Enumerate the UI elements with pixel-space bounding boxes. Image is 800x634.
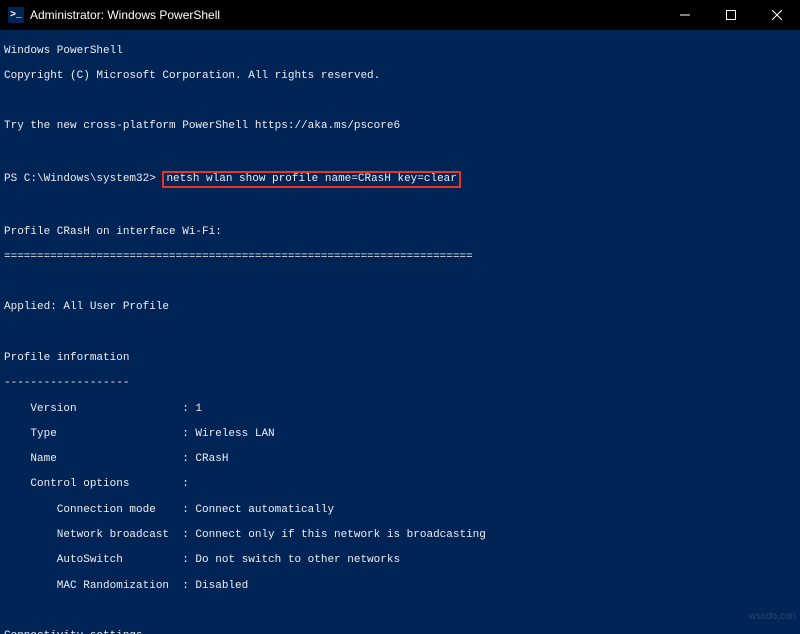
output-line: Version : 1: [4, 403, 796, 416]
window-title: Administrator: Windows PowerShell: [30, 8, 220, 22]
output-line: Profile CRasH on interface Wi-Fi:: [4, 226, 796, 239]
output-line: ========================================…: [4, 251, 796, 264]
section-title: Connectivity settings: [4, 630, 796, 634]
output-line: Try the new cross-platform PowerShell ht…: [4, 120, 796, 133]
output-line: [4, 95, 796, 108]
powershell-icon: >_: [8, 7, 24, 23]
output-line: [4, 327, 796, 340]
window-controls: [662, 0, 800, 30]
output-line: [4, 200, 796, 213]
watermark: wsxdo.con: [749, 611, 796, 623]
prompt-prefix: PS C:\Windows\system32>: [4, 173, 162, 185]
output-line: Windows PowerShell: [4, 45, 796, 58]
output-line: MAC Randomization : Disabled: [4, 580, 796, 593]
output-line: [4, 605, 796, 618]
terminal-body[interactable]: Windows PowerShell Copyright (C) Microso…: [0, 30, 800, 634]
output-line: Copyright (C) Microsoft Corporation. All…: [4, 70, 796, 83]
minimize-button[interactable]: [662, 0, 708, 30]
window-titlebar: >_ Administrator: Windows PowerShell: [0, 0, 800, 30]
prompt-line: PS C:\Windows\system32> netsh wlan show …: [4, 171, 796, 188]
output-line: Name : CRasH: [4, 453, 796, 466]
maximize-button[interactable]: [708, 0, 754, 30]
output-line: [4, 276, 796, 289]
titlebar-left: >_ Administrator: Windows PowerShell: [8, 7, 220, 23]
highlighted-command: netsh wlan show profile name=CRasH key=c…: [162, 171, 460, 188]
section-title: Profile information: [4, 352, 796, 365]
output-line: Applied: All User Profile: [4, 301, 796, 314]
output-line: -------------------: [4, 377, 796, 390]
output-line: Network broadcast : Connect only if this…: [4, 529, 796, 542]
output-line: AutoSwitch : Do not switch to other netw…: [4, 554, 796, 567]
close-button[interactable]: [754, 0, 800, 30]
output-line: [4, 146, 796, 159]
output-line: Type : Wireless LAN: [4, 428, 796, 441]
output-line: Control options :: [4, 478, 796, 491]
output-line: Connection mode : Connect automatically: [4, 504, 796, 517]
